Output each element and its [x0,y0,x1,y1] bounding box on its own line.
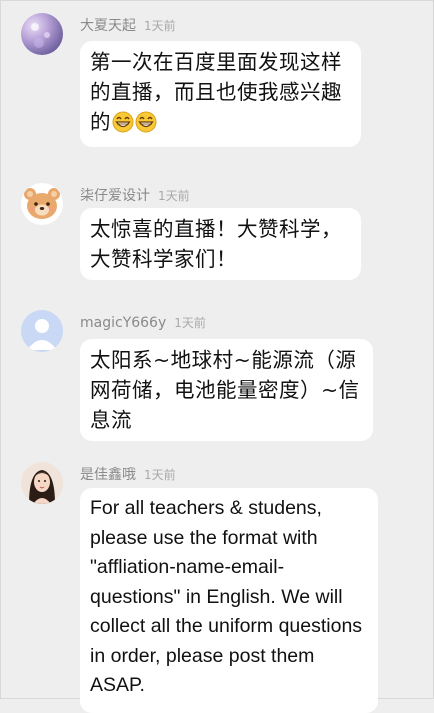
photo-avatar-icon [21,462,63,504]
comment-text: 太阳系~地球村~能源流（源网荷储，电池能量密度）~信息流 [90,348,360,432]
timestamp: 1天前 [158,189,190,203]
comment-meta: 是佳鑫哦 1天前 [80,464,176,484]
comment-meta: 柒仔爱设计 1天前 [80,185,190,205]
default-user-icon [27,319,57,350]
bear-icon [24,188,60,219]
grinning-face-icon [135,111,157,141]
timestamp: 1天前 [174,316,206,330]
comment-text: For all teachers & studens, please use t… [90,497,363,696]
comment-bubble: 太阳系~地球村~能源流（源网荷储，电池能量密度）~信息流 [80,339,373,441]
comment-meta: magicY666y 1天前 [80,312,206,331]
comment-bubble: 太惊喜的直播！大赞科学，大赞科学家们！ [80,208,361,280]
username[interactable]: 大夏天起 [80,18,136,34]
comment-text: 太惊喜的直播！大赞科学，大赞科学家们！ [90,217,342,271]
username[interactable]: 是佳鑫哦 [80,467,136,483]
username[interactable]: magicY666y [80,315,166,331]
avatar[interactable] [21,13,63,55]
avatar[interactable] [21,462,63,504]
timestamp: 1天前 [144,19,176,33]
timestamp: 1天前 [144,468,176,482]
comment-meta: 大夏天起 1天前 [80,15,176,35]
comment-list: 大夏天起 1天前 第一次在百度里面发现这样的直播，而且也使我感兴趣的 柒仔爱设计… [0,0,434,713]
comment-bubble: 第一次在百度里面发现这样的直播，而且也使我感兴趣的 [80,41,361,147]
grinning-face-icon [112,111,134,141]
avatar[interactable] [21,310,63,352]
comment-bubble: For all teachers & studens, please use t… [80,488,378,713]
username[interactable]: 柒仔爱设计 [80,188,150,204]
avatar[interactable] [21,183,63,225]
